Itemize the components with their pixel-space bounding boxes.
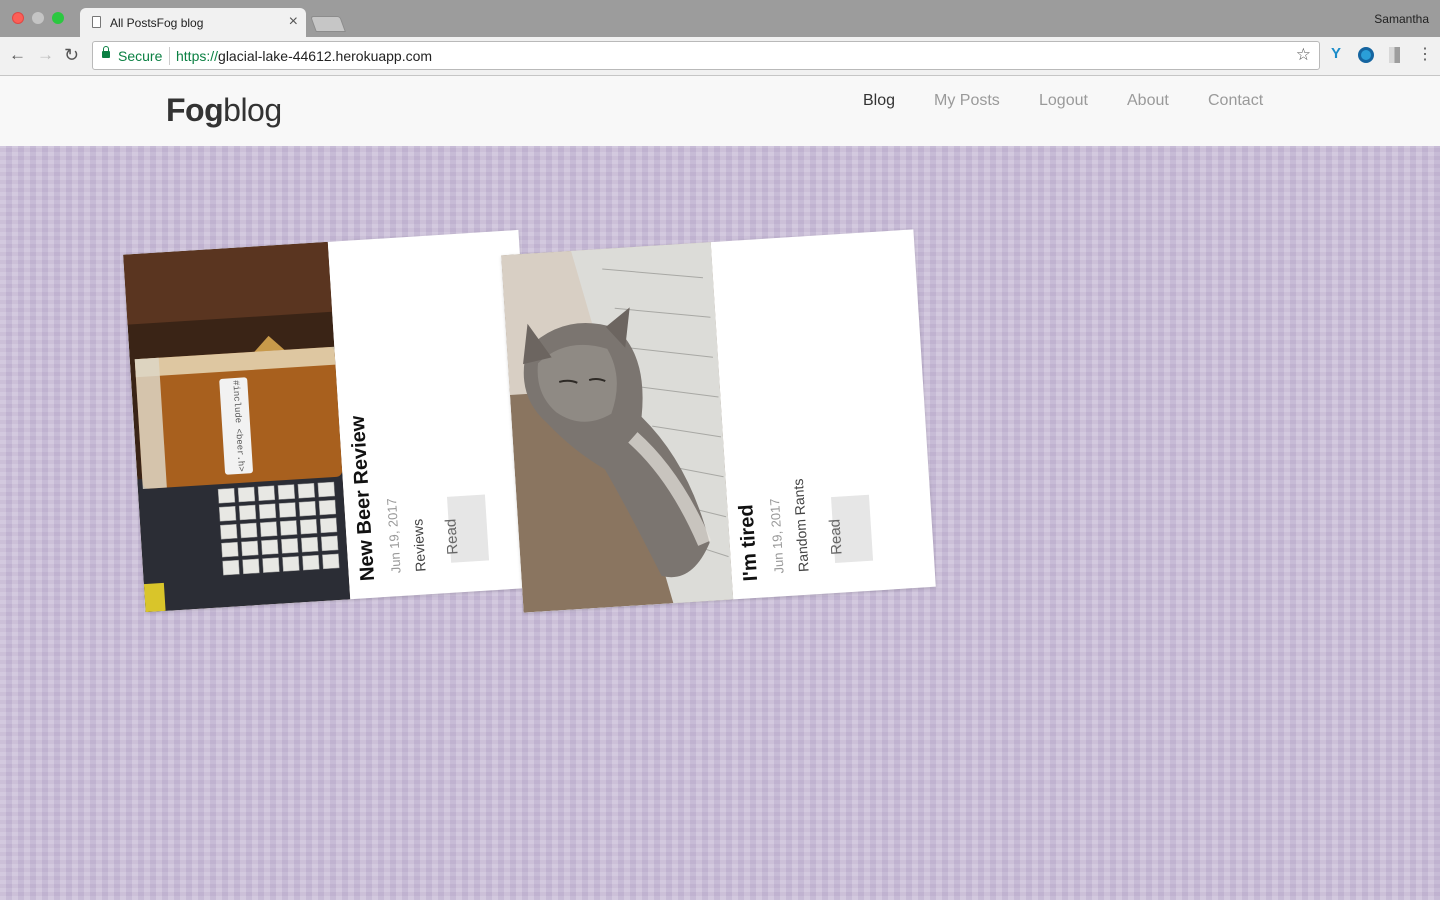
url-host: glacial-lake-44612.herokuapp.com (218, 48, 433, 64)
brand-strong: Fog (166, 92, 224, 128)
page-icon (92, 16, 101, 28)
post-category: Random Rants (789, 478, 812, 573)
back-arrow-icon[interactable]: ← (9, 45, 26, 65)
extension-circle-icon[interactable] (1358, 47, 1374, 63)
kitten-on-keyboard-photo (501, 242, 734, 613)
browser-toolbar: ← → ↻ Secure https://glacial-lake-44612.… (0, 37, 1440, 76)
beer-glass-photo: #include <beer.h> (123, 241, 351, 613)
url-text[interactable]: https://glacial-lake-44612.herokuapp.com (176, 48, 432, 64)
nav-about[interactable]: About (1127, 92, 1169, 110)
window-maximize-button[interactable] (52, 12, 64, 24)
post-date: Jun 19, 2017 (766, 497, 787, 574)
read-button-label: Read (442, 518, 462, 556)
tab-close-icon[interactable]: × (289, 13, 298, 31)
nav-logout[interactable]: Logout (1039, 92, 1088, 110)
browser-titlebar: All PostsFog blog × Samantha (0, 0, 1440, 37)
nav-contact[interactable]: Contact (1208, 92, 1263, 110)
url-scheme: https:// (176, 48, 219, 64)
site-logo[interactable]: Fogblog (166, 92, 282, 129)
profile-name[interactable]: Samantha (1374, 12, 1429, 26)
nav-blog[interactable]: Blog (863, 92, 895, 110)
forward-arrow-icon[interactable]: → (37, 45, 54, 65)
reload-icon[interactable]: ↻ (64, 45, 79, 65)
site-header: Fogblog Blog My Posts Logout About Conta… (0, 76, 1440, 146)
window-minimize-button[interactable] (32, 12, 44, 24)
brand-light: blog (223, 92, 282, 128)
post-card[interactable]: #include <beer.h> New Beer Review Jun 19… (123, 229, 541, 613)
new-tab-button[interactable] (310, 16, 346, 32)
read-button[interactable]: Read (826, 494, 874, 563)
secure-label: Secure (118, 48, 163, 64)
post-date: Jun 19, 2017 (383, 497, 404, 574)
post-card-text: I'm tired Jun 19, 2017 Random Rants Read (711, 229, 936, 599)
nav-my-posts[interactable]: My Posts (934, 92, 1000, 110)
lock-icon (102, 46, 110, 58)
post-category: Reviews (409, 518, 429, 573)
post-card[interactable]: I'm tired Jun 19, 2017 Random Rants Read (501, 229, 936, 613)
extension-v-icon[interactable]: Y (1331, 45, 1341, 62)
read-button[interactable]: Read (442, 494, 490, 563)
post-title[interactable]: I'm tired (735, 504, 763, 582)
extension-bar-icon[interactable] (1389, 47, 1400, 63)
address-divider (169, 47, 170, 65)
browser-tab-active[interactable]: All PostsFog blog × (80, 8, 306, 37)
kebab-menu-icon[interactable]: ⋮ (1417, 44, 1433, 64)
address-bar[interactable]: Secure https://glacial-lake-44612.heroku… (92, 41, 1320, 70)
bookmark-star-icon[interactable]: ☆ (1296, 45, 1311, 65)
tab-title: All PostsFog blog (110, 16, 204, 30)
window-close-button[interactable] (12, 12, 24, 24)
read-button-label: Read (826, 518, 846, 556)
post-title[interactable]: New Beer Review (347, 415, 380, 582)
